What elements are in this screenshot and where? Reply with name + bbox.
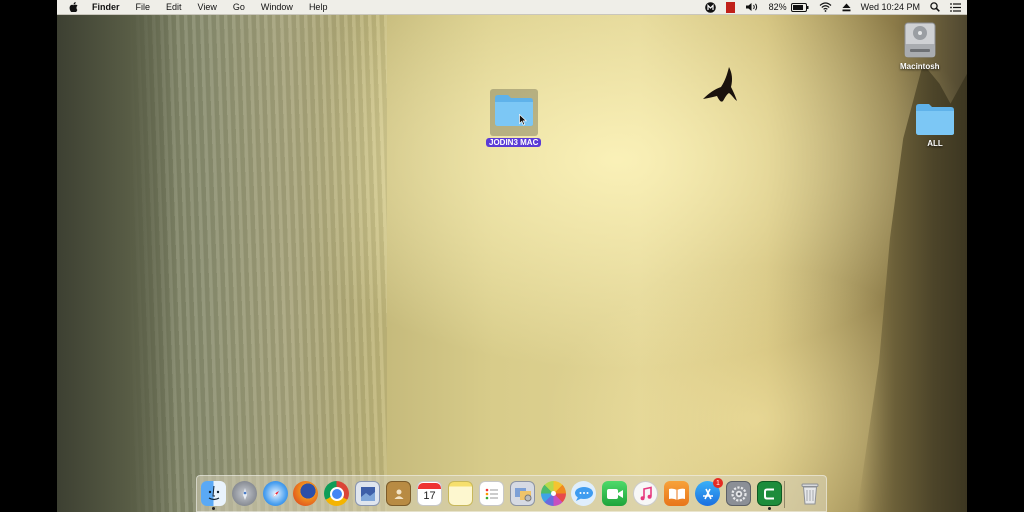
- menu-help[interactable]: Help: [309, 2, 328, 12]
- trash-icon[interactable]: [797, 481, 822, 506]
- menu-view[interactable]: View: [198, 2, 217, 12]
- menu-finder[interactable]: Finder: [92, 2, 120, 12]
- wallpaper-cliff-right: [857, 63, 967, 512]
- reminders-icon[interactable]: [479, 481, 504, 506]
- preview-icon[interactable]: [355, 481, 380, 506]
- app-store-badge: 1: [713, 478, 723, 488]
- camtasia-icon[interactable]: [757, 481, 782, 506]
- safari-icon[interactable]: [263, 481, 288, 506]
- volume-icon[interactable]: [745, 2, 759, 12]
- photos-icon[interactable]: [541, 481, 566, 506]
- running-indicator: [212, 507, 215, 510]
- menu-go[interactable]: Go: [233, 2, 245, 12]
- finder-icon[interactable]: [201, 481, 226, 506]
- wifi-icon[interactable]: [819, 2, 832, 12]
- record-stop-icon[interactable]: [725, 1, 735, 13]
- m-app-icon[interactable]: [704, 1, 716, 13]
- menu-file[interactable]: File: [136, 2, 151, 12]
- app-store-icon[interactable]: 1: [695, 478, 723, 506]
- ibooks-icon[interactable]: [664, 481, 689, 506]
- messages-icon[interactable]: [571, 481, 596, 506]
- clock[interactable]: Wed 10:24 PM: [861, 2, 920, 12]
- running-indicator: [768, 507, 771, 510]
- dock: 17 1: [196, 475, 827, 512]
- firefox-icon[interactable]: [293, 481, 318, 506]
- itunes-icon[interactable]: [633, 481, 658, 506]
- menu-bar: Finder File Edit View Go Window Help 82%: [57, 0, 967, 15]
- mouse-cursor-icon: [519, 114, 527, 126]
- folder-selection-highlight: [489, 89, 538, 136]
- wallpaper-rock-left: [57, 14, 177, 512]
- menu-window[interactable]: Window: [261, 2, 293, 12]
- spotlight-search-icon[interactable]: [930, 2, 940, 12]
- chrome-icon[interactable]: [324, 481, 349, 506]
- photo-booth-icon[interactable]: [510, 481, 535, 506]
- apple-menu-icon[interactable]: [67, 1, 80, 14]
- menubar-status-area: 82% Wed 10:24 PM: [704, 0, 967, 14]
- battery-percent[interactable]: 82%: [769, 2, 787, 12]
- desktop-folder-label: JODIN3 MAC: [486, 138, 542, 147]
- contacts-icon[interactable]: [386, 481, 411, 506]
- calendar-icon[interactable]: 17: [417, 481, 442, 506]
- desktop-folder-all[interactable]: ALL: [914, 101, 956, 148]
- calendar-day: 17: [423, 490, 436, 502]
- folder-icon: [916, 104, 954, 135]
- eagle-image: [703, 67, 737, 102]
- hard-drive-icon: [904, 22, 936, 58]
- notification-center-icon[interactable]: [950, 2, 961, 12]
- desktop-screen: Finder File Edit View Go Window Help 82%: [57, 0, 967, 512]
- battery-icon[interactable]: [790, 2, 809, 12]
- desktop-drive-macintosh[interactable]: Macintosh: [900, 20, 940, 71]
- drive-label: Macintosh: [900, 62, 940, 71]
- facetime-icon[interactable]: [602, 481, 627, 506]
- notes-icon[interactable]: [448, 481, 473, 506]
- eject-icon[interactable]: [842, 3, 851, 12]
- folder-all-label: ALL: [927, 139, 943, 148]
- menu-edit[interactable]: Edit: [166, 2, 182, 12]
- folder-icon: [494, 95, 533, 126]
- desktop-folder-jodin3-mac[interactable]: JODIN3 MAC: [486, 89, 542, 147]
- dock-divider: [784, 481, 785, 508]
- system-preferences-icon[interactable]: [726, 481, 751, 506]
- launchpad-icon[interactable]: [232, 481, 257, 506]
